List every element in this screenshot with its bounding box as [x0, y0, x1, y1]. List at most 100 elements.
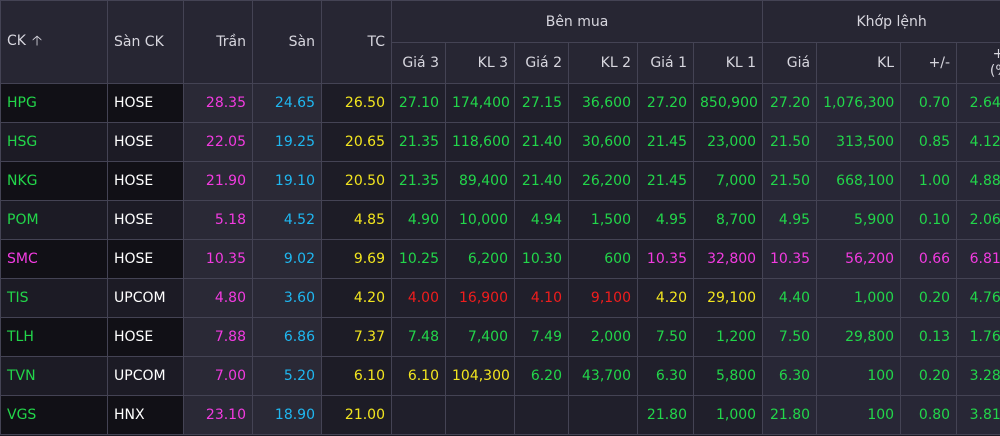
bid-price3-cell: 4.90 — [391, 200, 446, 240]
bid-vol2-cell: 1,500 — [568, 200, 638, 240]
ref-price-cell: 20.65 — [321, 122, 392, 162]
match-vol-cell: 100 — [816, 395, 902, 435]
bid-price1-cell: 10.35 — [637, 239, 694, 279]
pct-change-cell: 1.76% — [956, 317, 1000, 357]
table-row[interactable]: NKG HOSE 21.90 19.10 20.50 21.35 89,400 21.40 26… — [0, 161, 1000, 201]
bid-vol2-cell: 43,700 — [568, 356, 638, 396]
match-price-cell: 4.95 — [762, 200, 818, 240]
table-row[interactable]: POM HOSE 5.18 4.52 4.85 4.90 10,000 4.94 1,500 4.… — [0, 200, 1000, 240]
bid-price3-cell: 7.48 — [391, 317, 446, 357]
ceiling-column-header[interactable]: Trần — [183, 0, 253, 84]
change-cell: 0.20 — [900, 278, 958, 318]
pct-change-cell: 2.06% — [956, 200, 1000, 240]
pct-change-cell: 2.64% — [956, 83, 1000, 123]
exchange-cell: HOSE — [107, 122, 184, 162]
exchange-cell: HNX — [107, 395, 184, 435]
bid-vol1-cell: 23,000 — [692, 122, 764, 162]
match-vol-cell: 100 — [816, 356, 902, 396]
match-price-header[interactable]: Giá — [762, 42, 818, 84]
bid-price1-cell: 21.45 — [637, 122, 694, 162]
ref-column-header[interactable]: TC — [321, 0, 392, 84]
floor-price-cell: 24.65 — [252, 83, 322, 123]
ceiling-price-cell: 7.88 — [183, 317, 253, 357]
floor-price-cell: 19.25 — [252, 122, 322, 162]
change-cell: 0.13 — [900, 317, 958, 357]
symbol-cell: SMC — [0, 239, 108, 279]
match-vol-cell: 668,100 — [816, 161, 902, 201]
bid-price1-header[interactable]: Giá 1 — [637, 42, 694, 84]
bid-price3-header[interactable]: Giá 3 — [391, 42, 446, 84]
arrow-up-icon[interactable]: 🡡 — [32, 33, 42, 49]
symbol-column-header[interactable]: CK 🡡 — [0, 0, 108, 84]
symbol-cell: TIS — [0, 278, 108, 318]
exchange-cell: HOSE — [107, 161, 184, 201]
bid-vol1-cell: 8,700 — [692, 200, 764, 240]
match-price-cell: 21.50 — [762, 122, 818, 162]
ceiling-price-cell: 23.10 — [183, 395, 253, 435]
bid-vol3-header[interactable]: KL 3 — [445, 42, 515, 84]
bid-price2-cell: 4.94 — [514, 200, 569, 240]
ref-price-cell: 21.00 — [321, 395, 392, 435]
ceiling-price-cell: 5.18 — [183, 200, 253, 240]
exchange-cell: HOSE — [107, 83, 184, 123]
bid-price2-cell: 4.10 — [514, 278, 569, 318]
match-vol-header[interactable]: KL — [816, 42, 902, 84]
bid-price2-cell — [514, 395, 569, 435]
symbol-cell: HSG — [0, 122, 108, 162]
match-vol-cell: 1,000 — [816, 278, 902, 318]
bid-vol1-cell: 7,000 — [692, 161, 764, 201]
bid-price1-cell: 21.45 — [637, 161, 694, 201]
bid-price3-cell: 4.00 — [391, 278, 446, 318]
floor-column-header[interactable]: Sàn — [252, 0, 322, 84]
exchange-cell: UPCOM — [107, 278, 184, 318]
bid-price3-cell: 21.35 — [391, 122, 446, 162]
floor-price-cell: 18.90 — [252, 395, 322, 435]
bid-vol3-cell: 174,400 — [445, 83, 515, 123]
table-row[interactable]: HSG HOSE 22.05 19.25 20.65 21.35 118,600 21.40 3… — [0, 122, 1000, 162]
symbol-cell: NKG — [0, 161, 108, 201]
bid-price3-cell — [391, 395, 446, 435]
ref-price-cell: 6.10 — [321, 356, 392, 396]
table-row[interactable]: TLH HOSE 7.88 6.86 7.37 7.48 7,400 7.49 2,000 7.5… — [0, 317, 1000, 357]
exchange-cell: UPCOM — [107, 356, 184, 396]
change-cell: 0.85 — [900, 122, 958, 162]
table-row[interactable]: TVN UPCOM 7.00 5.20 6.10 6.10 104,300 6.20 43,70… — [0, 356, 1000, 396]
bid-vol2-cell: 600 — [568, 239, 638, 279]
symbol-cell: TLH — [0, 317, 108, 357]
pct-change-cell: 4.76% — [956, 278, 1000, 318]
match-price-cell: 21.80 — [762, 395, 818, 435]
bid-vol2-cell — [568, 395, 638, 435]
bid-price1-cell: 27.20 — [637, 83, 694, 123]
match-vol-cell: 1,076,300 — [816, 83, 902, 123]
bid-vol1-cell: 32,800 — [692, 239, 764, 279]
table-row[interactable]: VGS HNX 23.10 18.90 21.00 21.80 1,000 21.80 100 0… — [0, 395, 1000, 435]
exchange-cell: HOSE — [107, 200, 184, 240]
ceiling-price-cell: 10.35 — [183, 239, 253, 279]
bid-vol1-cell: 5,800 — [692, 356, 764, 396]
floor-price-cell: 6.86 — [252, 317, 322, 357]
bid-vol1-header[interactable]: KL 1 — [692, 42, 764, 84]
floor-price-cell: 9.02 — [252, 239, 322, 279]
ref-price-cell: 7.37 — [321, 317, 392, 357]
bid-price3-cell: 10.25 — [391, 239, 446, 279]
bid-vol3-cell: 118,600 — [445, 122, 515, 162]
table-row[interactable]: TIS UPCOM 4.80 3.60 4.20 4.00 16,900 4.10 9,100 4… — [0, 278, 1000, 318]
table-row[interactable]: SMC HOSE 10.35 9.02 9.69 10.25 6,200 10.30 600 10… — [0, 239, 1000, 279]
match-vol-cell: 313,500 — [816, 122, 902, 162]
table-row[interactable]: HPG HOSE 28.35 24.65 26.50 27.10 174,400 27.15 3… — [0, 83, 1000, 123]
bid-price1-cell: 4.95 — [637, 200, 694, 240]
exchange-column-header[interactable]: Sàn CK — [107, 0, 184, 84]
change-cell: 0.10 — [900, 200, 958, 240]
exchange-cell: HOSE — [107, 317, 184, 357]
bid-price2-header[interactable]: Giá 2 — [514, 42, 569, 84]
bid-price1-cell: 7.50 — [637, 317, 694, 357]
pct-change-header[interactable]: +/-(%) — [956, 42, 1000, 84]
match-price-cell: 7.50 — [762, 317, 818, 357]
ceiling-price-cell: 28.35 — [183, 83, 253, 123]
bid-price1-cell: 6.30 — [637, 356, 694, 396]
bid-price2-cell: 21.40 — [514, 161, 569, 201]
bid-price1-cell: 21.80 — [637, 395, 694, 435]
bid-vol2-header[interactable]: KL 2 — [568, 42, 638, 84]
change-header[interactable]: +/- — [900, 42, 958, 84]
symbol-cell: VGS — [0, 395, 108, 435]
